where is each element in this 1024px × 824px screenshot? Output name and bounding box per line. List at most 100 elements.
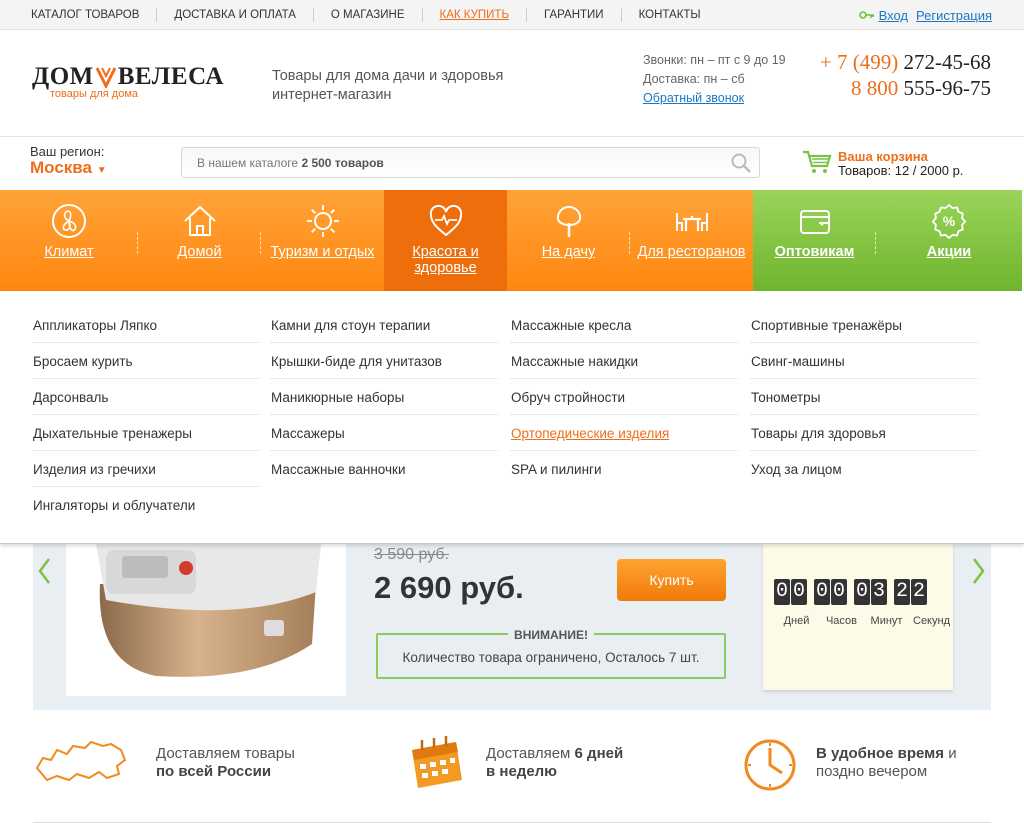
logo-text-left: ДОМ bbox=[32, 63, 94, 90]
cart-title[interactable]: Ваша корзина bbox=[838, 149, 928, 164]
list-item[interactable]: Свинг-машины bbox=[751, 343, 978, 379]
feature-delivery-days: Доставляем 6 дней в неделю bbox=[486, 745, 624, 780]
category-label: Для ресторанов bbox=[637, 244, 746, 260]
chevron-left-icon[interactable] bbox=[37, 557, 51, 592]
list-item[interactable]: Обруч стройности bbox=[511, 379, 738, 415]
timer-digits: 0 0 0 0 0 3 2 2 bbox=[774, 579, 927, 605]
phone-1[interactable]: + 7 (499) 272-45-68 bbox=[820, 49, 991, 75]
category-home[interactable]: Домой bbox=[138, 190, 261, 291]
warning-text: Количество товара ограничено, Осталось 7… bbox=[402, 650, 700, 665]
warning-title: ВНИМАНИЕ! bbox=[508, 628, 594, 642]
wallet-icon bbox=[799, 210, 830, 234]
category-tourism[interactable]: Туризм и отдых bbox=[261, 190, 384, 291]
category-sales[interactable]: % Акции bbox=[876, 190, 1022, 291]
dropdown-column-2: Камни для стоун терапии Крышки-биде для … bbox=[271, 307, 498, 487]
logo-mark-icon bbox=[95, 67, 117, 88]
table-icon bbox=[675, 213, 708, 231]
divider bbox=[33, 822, 991, 823]
clock-icon bbox=[744, 739, 796, 791]
category-label: На дачу bbox=[541, 244, 596, 260]
chevron-right-icon[interactable] bbox=[972, 557, 986, 592]
category-restaurants[interactable]: Для ресторанов bbox=[630, 190, 753, 291]
top-bar: КАТАЛОГ ТОВАРОВ ДОСТАВКА И ОПЛАТА О МАГА… bbox=[0, 0, 1024, 30]
top-nav: КАТАЛОГ ТОВАРОВ ДОСТАВКА И ОПЛАТА О МАГА… bbox=[14, 0, 718, 30]
category-label: Акции bbox=[926, 244, 972, 260]
price: 2 690 руб. bbox=[374, 570, 524, 605]
category-climate[interactable]: Климат bbox=[0, 190, 138, 291]
list-item[interactable]: Изделия из гречихи bbox=[33, 451, 260, 487]
svg-text:%: % bbox=[943, 213, 956, 229]
list-item[interactable]: Ингаляторы и облучатели bbox=[33, 487, 260, 523]
category-bar: Климат Домой Туризм и отдых Красота и зд… bbox=[0, 190, 1024, 291]
old-price: 3 590 руб. bbox=[374, 546, 449, 563]
list-item[interactable]: Крышки-биде для унитазов bbox=[271, 343, 498, 379]
list-item[interactable]: Маникюрные наборы bbox=[271, 379, 498, 415]
category-label: Красота и здоровье bbox=[412, 244, 479, 276]
list-item[interactable]: Камни для стоун терапии bbox=[271, 307, 498, 343]
category-wholesale[interactable]: Оптовикам bbox=[753, 190, 876, 291]
buy-button[interactable]: Купить bbox=[617, 559, 726, 601]
list-item[interactable]: Дыхательные тренажеры bbox=[33, 415, 260, 451]
key-icon bbox=[858, 7, 875, 23]
list-item[interactable]: Уход за лицом bbox=[751, 451, 978, 487]
list-item[interactable]: Тонометры bbox=[751, 379, 978, 415]
sun-icon bbox=[306, 205, 339, 237]
topnav-catalog[interactable]: КАТАЛОГ ТОВАРОВ bbox=[14, 8, 156, 22]
dropdown-column-4: Спортивные тренажёры Свинг-машины Тономе… bbox=[751, 307, 978, 487]
region-city[interactable]: Москва ▼ bbox=[30, 158, 107, 178]
list-item[interactable]: SPA и пилинги bbox=[511, 451, 738, 487]
logo-text-right: ВЕЛЕСА bbox=[117, 63, 224, 90]
heart-pulse-icon bbox=[429, 204, 462, 237]
region-label: Ваш регион: bbox=[30, 144, 105, 159]
category-dropdown: Аппликаторы Ляпко Бросаем курить Дарсонв… bbox=[0, 291, 1024, 544]
category-dacha[interactable]: На дачу bbox=[507, 190, 630, 291]
list-item[interactable]: Бросаем курить bbox=[33, 343, 260, 379]
auth-links: Вход Регистрация bbox=[858, 7, 992, 23]
tree-icon bbox=[556, 205, 581, 237]
dropdown-column-3: Массажные кресла Массажные накидки Обруч… bbox=[511, 307, 738, 487]
region-selector[interactable]: Ваш регион: Москва ▼ bbox=[30, 144, 107, 178]
list-item[interactable]: Товары для здоровья bbox=[751, 415, 978, 451]
cart-summary: Товаров: 12 / 2000 р. bbox=[838, 163, 964, 178]
list-item[interactable]: Аппликаторы Ляпко bbox=[33, 307, 260, 343]
phones: + 7 (499) 272-45-68 8 800 555-96-75 bbox=[820, 49, 991, 101]
topnav-about[interactable]: О МАГАЗИНЕ bbox=[312, 8, 422, 22]
category-label: Климат bbox=[44, 244, 94, 260]
logo[interactable]: ДОМ ВЕЛЕСА товары для дома bbox=[32, 63, 224, 100]
feature-delivery-russia: Доставляем товары по всей России bbox=[156, 745, 295, 780]
chevron-down-icon: ▼ bbox=[96, 165, 107, 176]
list-item[interactable]: Спортивные тренажёры bbox=[751, 307, 978, 343]
list-item[interactable]: Дарсонваль bbox=[33, 379, 260, 415]
search-placeholder: В нашем каталоге 2 500 товаров bbox=[197, 156, 384, 170]
topnav-delivery[interactable]: ДОСТАВКА И ОПЛАТА bbox=[156, 8, 313, 22]
contact-info: Звонки: пн – пт с 9 до 19 Доставка: пн –… bbox=[643, 51, 786, 108]
register-link[interactable]: Регистрация bbox=[916, 8, 992, 23]
topnav-how-to-buy[interactable]: КАК КУПИТЬ bbox=[421, 8, 527, 22]
calendar-icon bbox=[412, 736, 462, 788]
stock-warning: ВНИМАНИЕ! Количество товара ограничено, … bbox=[376, 628, 726, 679]
list-item[interactable]: Массажные кресла bbox=[511, 307, 738, 343]
list-item-hovered[interactable]: Ортопедические изделия bbox=[511, 415, 738, 451]
list-item[interactable]: Массажеры bbox=[271, 415, 498, 451]
feature-convenient-time: В удобное время и поздно вечером bbox=[816, 745, 957, 780]
fan-icon bbox=[52, 204, 86, 238]
product-image[interactable] bbox=[66, 544, 346, 696]
login-link[interactable]: Вход bbox=[879, 8, 908, 23]
dropdown-column-1: Аппликаторы Ляпко Бросаем курить Дарсонв… bbox=[33, 307, 260, 523]
category-beauty-health[interactable]: Красота и здоровье bbox=[384, 190, 507, 291]
search-input[interactable]: В нашем каталоге 2 500 товаров bbox=[181, 147, 760, 178]
call-hours: Звонки: пн – пт с 9 до 19 bbox=[643, 53, 786, 67]
header: ДОМ ВЕЛЕСА товары для дома Товары для до… bbox=[0, 31, 1024, 137]
cart-icon bbox=[803, 150, 832, 173]
list-item[interactable]: Массажные накидки bbox=[511, 343, 738, 379]
delivery-hours: Доставка: пн – сб bbox=[643, 72, 745, 86]
list-item[interactable]: Массажные ванночки bbox=[271, 451, 498, 487]
callback-link[interactable]: Обратный звонок bbox=[643, 91, 744, 105]
russia-map-icon bbox=[35, 740, 127, 782]
search-icon[interactable] bbox=[729, 151, 753, 175]
topnav-contacts[interactable]: КОНТАКТЫ bbox=[620, 8, 718, 22]
tagline: Товары для дома дачи и здоровья интернет… bbox=[272, 68, 504, 103]
category-label: Домой bbox=[177, 244, 222, 260]
phone-2[interactable]: 8 800 555-96-75 bbox=[820, 75, 991, 101]
topnav-guarantee[interactable]: ГАРАНТИИ bbox=[526, 8, 621, 22]
